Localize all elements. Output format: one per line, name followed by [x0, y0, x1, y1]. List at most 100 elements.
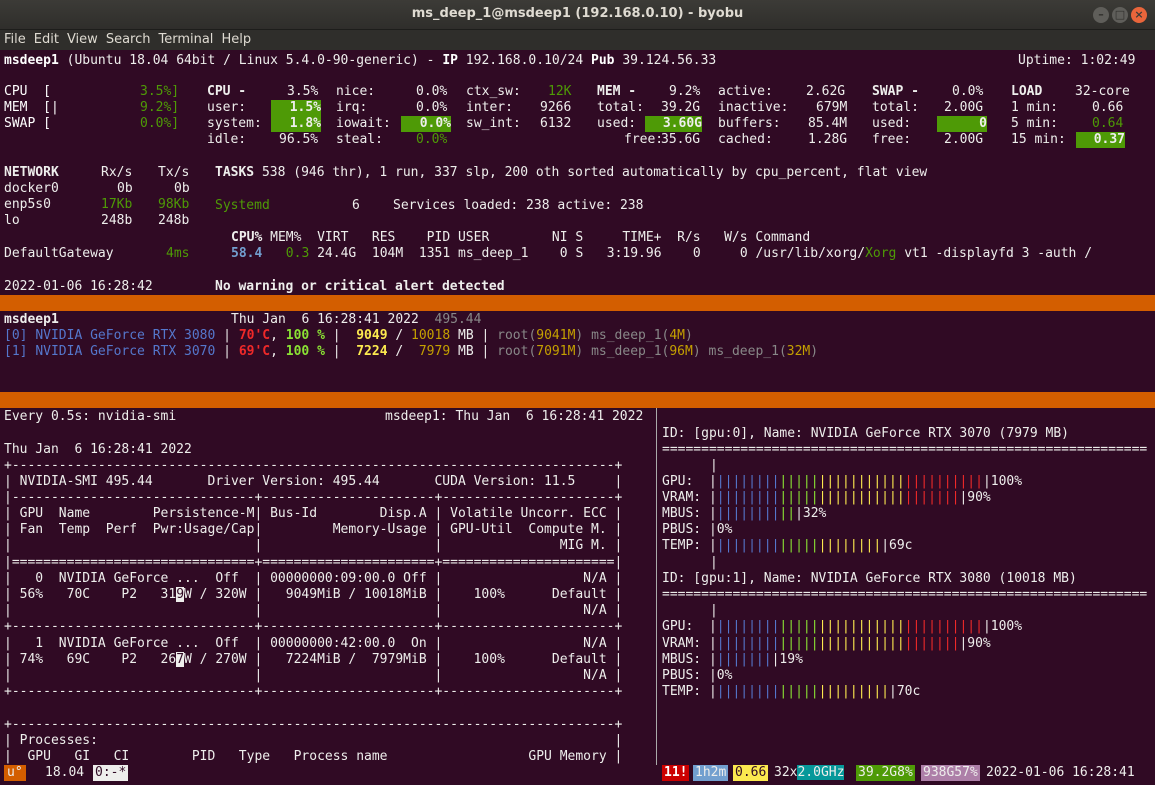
- nvtop-tick: |: [710, 603, 718, 618]
- swap-used: 0: [937, 116, 987, 132]
- status-mem: 39.2G8%: [856, 765, 915, 781]
- ctxsw: 12K: [548, 84, 572, 99]
- load-5: 0.64: [1092, 116, 1124, 131]
- network-tx-header: Tx/s: [158, 165, 190, 180]
- menu-search[interactable]: Search: [102, 30, 155, 47]
- cpu-user: 1.5%: [271, 100, 321, 116]
- cpu-title: CPU -: [207, 84, 247, 99]
- mem-cached-label: cached:: [718, 132, 773, 147]
- nvtop-sep: ========================================…: [662, 442, 1148, 457]
- smi-watch-header: Every 0.5s: nvidia-smi: [4, 409, 177, 424]
- pane-divider[interactable]: [0, 392, 1155, 408]
- menu-terminal[interactable]: Terminal: [154, 30, 217, 47]
- net-rx: 17Kb: [101, 197, 133, 212]
- smi-line: | GPU Name Persistence-M| Bus-Id Disp.A …: [4, 506, 623, 521]
- load-5-label: 5 min:: [1011, 116, 1058, 131]
- tasks-summary: TASKS 538 (946 thr), 1 run, 337 slp, 200…: [215, 165, 928, 180]
- network-rx-header: Rx/s: [101, 165, 133, 180]
- nvtop-gpu0-pbus: PBUS: |0%: [662, 522, 733, 537]
- smi-line: | | | N/A |: [4, 668, 623, 683]
- process-row[interactable]: 58.4 0.3 24.4G 104M 1351 ms_deep_1 0 S 3…: [231, 246, 1092, 262]
- status-datetime: 2022-01-06 16:28:41: [986, 765, 1135, 780]
- net-iface: enp5s0: [4, 197, 51, 212]
- quick-cpu-value: 3.5%]: [140, 84, 180, 99]
- smi-line: +---------------------------------------…: [4, 717, 623, 732]
- nvtop-tick: |: [710, 458, 718, 473]
- net-iface: docker0: [4, 181, 59, 196]
- network-title: NETWORK: [4, 165, 59, 180]
- gpustat-gpu1: [1] NVIDIA GeForce RTX 3070 | 69'C, 100 …: [4, 344, 819, 359]
- cpu-idle: 96.5%: [279, 132, 319, 147]
- quick-mem: MEM [|: [4, 100, 59, 115]
- status-updates: 11!: [662, 765, 690, 781]
- smi-line: +---------------------------------------…: [4, 458, 623, 473]
- smi-line: +-------------------------------+-------…: [4, 619, 623, 634]
- window-titlebar: ms_deep_1@msdeep1 (192.168.0.10) - byobu…: [0, 0, 1155, 30]
- mem-used: 3.60G: [645, 116, 702, 132]
- status-disk: 938G57%: [921, 765, 980, 781]
- nvtop-gpu0-mbus: MBUS: ||||||||||||32%: [662, 506, 827, 521]
- swap-total: 2.00G: [944, 100, 984, 115]
- window-controls: – □ ×: [1093, 7, 1147, 23]
- cpu-nice-label: nice:: [336, 84, 376, 99]
- mem-cached: 1.28G: [808, 132, 848, 147]
- quick-swap: SWAP [: [4, 116, 51, 131]
- inter-label: inter:: [466, 100, 513, 115]
- mem-total-pct: 9.2%: [669, 84, 701, 99]
- smi-line: |===============================+=======…: [4, 555, 623, 570]
- smi-date: Thu Jan 6 16:28:41 2022: [4, 442, 192, 457]
- mem-buffers-label: buffers:: [718, 116, 781, 131]
- menu-view[interactable]: View: [63, 30, 102, 47]
- load-15: 0.37: [1076, 132, 1125, 148]
- smi-watch-host: msdeep1: Thu Jan 6 16:28:41 2022: [385, 409, 644, 424]
- cpu-irq: 0.0%: [416, 100, 448, 115]
- menu-help[interactable]: Help: [217, 30, 255, 47]
- smi-line: | | | N/A |: [4, 603, 623, 618]
- menu-file[interactable]: File: [0, 30, 30, 47]
- glances-alert: No warning or critical alert detected: [215, 279, 505, 294]
- systemd-count: 6: [352, 198, 360, 213]
- net-rx: 248b: [101, 213, 133, 228]
- net-gateway-ms: 4ms: [166, 246, 190, 261]
- smi-line: +-------------------------------+-------…: [4, 684, 623, 699]
- smi-line: | Fan Temp Perf Pwr:Usage/Cap| Memory-Us…: [4, 522, 623, 537]
- vertical-pane-divider[interactable]: [656, 408, 657, 766]
- minimize-icon[interactable]: –: [1093, 7, 1109, 23]
- smi-line: | 1 NVIDIA GeForce ... Off | 00000000:42…: [4, 636, 623, 651]
- nvtop-sep: ========================================…: [662, 587, 1148, 602]
- status-load: 0.66: [733, 765, 769, 781]
- nvtop-gpu1-pbus: PBUS: |0%: [662, 668, 733, 683]
- load-1-label: 1 min:: [1011, 100, 1058, 115]
- process-header: CPU% MEM% VIRT RES PID USER NI S TIME+ R…: [231, 230, 811, 245]
- load-1: 0.66: [1092, 100, 1124, 115]
- maximize-icon[interactable]: □: [1112, 7, 1128, 23]
- cpu-system-label: system:: [207, 116, 262, 131]
- systemd-services: Services loaded: 238 active: 238: [393, 198, 644, 213]
- smi-line: | GPU GI CI PID Type Process name GPU Me…: [4, 749, 623, 764]
- status-window-icon[interactable]: u°: [4, 765, 26, 781]
- cpu-total: 3.5%: [287, 84, 319, 99]
- cpu-user-label: user:: [207, 100, 247, 115]
- terminal-area[interactable]: msdeep1 (Ubuntu 18.04 64bit / Linux 5.4.…: [0, 50, 1155, 785]
- nvtop-gpu0-vram: VRAM: |||||||||||||||||||||||||||||||||9…: [662, 490, 991, 505]
- swint-label: sw_int:: [466, 116, 521, 131]
- net-tx: 98Kb: [158, 197, 190, 212]
- mem-inactive-label: inactive:: [718, 100, 789, 115]
- window-title: ms_deep_1@msdeep1 (192.168.0.10) - byobu: [411, 6, 744, 21]
- cpu-idle-label: idle:: [207, 132, 247, 147]
- nvtop-gpu1-gpu: GPU: |||||||||||||||||||||||||||||||||||…: [662, 619, 1023, 634]
- smi-line: | NVIDIA-SMI 495.44 Driver Version: 495.…: [4, 474, 623, 489]
- status-tab[interactable]: 0:-*: [93, 765, 129, 781]
- close-icon[interactable]: ×: [1131, 7, 1147, 23]
- cpu-iowait: 0.0%: [401, 116, 451, 132]
- smi-line: | 0 NVIDIA GeForce ... Off | 00000000:09…: [4, 571, 623, 586]
- nvtop-gpu0-temp: TEMP: |||||||||||||||||||||||69c: [662, 538, 913, 553]
- status-uptime: 1h2m: [693, 765, 729, 781]
- menu-edit[interactable]: Edit: [30, 30, 63, 47]
- cpu-system: 1.8%: [271, 116, 321, 132]
- pane-divider[interactable]: [0, 295, 1155, 311]
- cpu-steal-label: steal:: [336, 132, 383, 147]
- load-cores: 32-core: [1075, 84, 1130, 99]
- mem-active: 2.62G: [806, 84, 846, 99]
- mem-inactive: 679M: [816, 100, 848, 115]
